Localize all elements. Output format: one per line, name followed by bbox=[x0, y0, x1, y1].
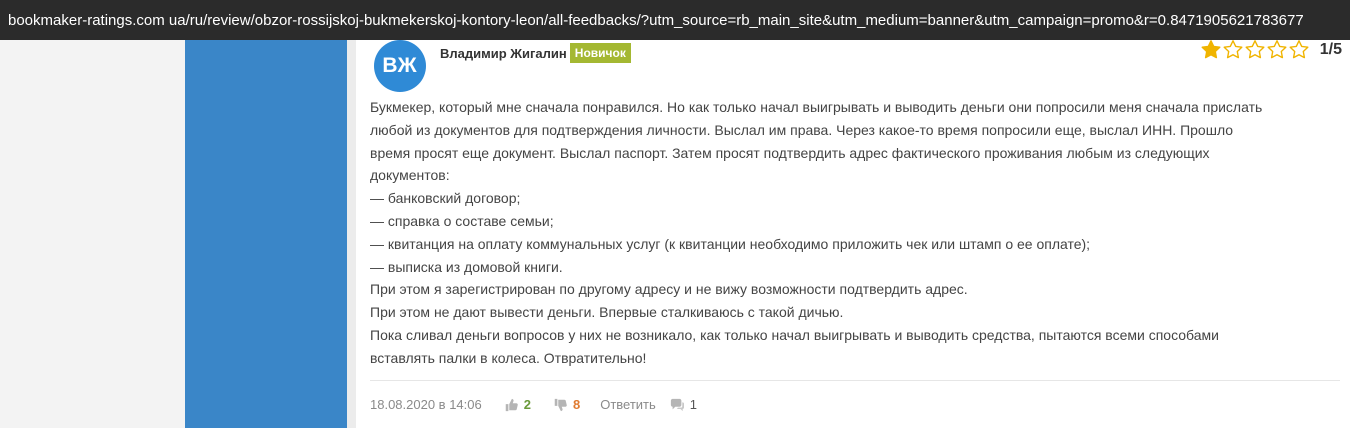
review-footer: 18.08.2020 в 14:06 2 8 Ответить 1 bbox=[370, 397, 697, 412]
review-text-line: — справка о составе семьи; bbox=[370, 212, 554, 229]
review-text-line: вставлять палки в колеса. Отвратительно! bbox=[370, 349, 647, 366]
like-button[interactable]: 2 bbox=[504, 397, 531, 412]
column-gap bbox=[347, 40, 356, 428]
review-text-line: — квитанция на оплату коммунальных услуг… bbox=[370, 235, 1091, 252]
thumbs-up-icon bbox=[505, 398, 518, 411]
review-rating: 1/5 bbox=[1200, 39, 1342, 61]
star-empty-icon bbox=[1223, 40, 1243, 59]
likes-count: 2 bbox=[523, 397, 531, 412]
dislikes-count: 8 bbox=[572, 397, 581, 412]
author-rank-badge: Новичок bbox=[569, 43, 631, 63]
avatar-initials: ВЖ bbox=[382, 54, 418, 77]
review-text: Букмекер, который мне сначала понравился… bbox=[370, 96, 1330, 370]
reply-button[interactable]: Ответить bbox=[600, 397, 656, 412]
page-left-background bbox=[0, 40, 185, 428]
address-bar-url[interactable]: bookmaker-ratings.com ua/ru/review/obzor… bbox=[8, 12, 1304, 29]
review-text-line: Букмекер, который мне сначала понравился… bbox=[370, 99, 1263, 115]
review-text-line: Пока сливал деньги вопросов у них не воз… bbox=[370, 326, 1219, 343]
star-filled-icon bbox=[1201, 40, 1221, 59]
comments-link[interactable]: 1 bbox=[670, 397, 697, 412]
review-text-line: При этом я зарегистрирован по другому ад… bbox=[370, 281, 968, 298]
comment-bubble-icon bbox=[670, 398, 684, 411]
divider bbox=[370, 380, 1340, 381]
comments-count: 1 bbox=[689, 397, 698, 412]
star-empty-icon bbox=[1245, 40, 1265, 59]
star-empty-icon bbox=[1267, 40, 1287, 59]
review-text-line: время просят еще документ. Выслал паспор… bbox=[370, 144, 1210, 161]
dislike-button[interactable]: 8 bbox=[553, 397, 580, 412]
thumbs-down-icon bbox=[554, 398, 567, 411]
review-text-line: — выписка из домовой книги. bbox=[370, 258, 563, 275]
sidebar-blue-column bbox=[185, 40, 347, 428]
avatar[interactable]: ВЖ bbox=[374, 40, 426, 92]
author-name[interactable]: Владимир Жигалин bbox=[440, 46, 567, 61]
review-author: Владимир Жигалин Новичок bbox=[440, 43, 631, 63]
review-card: ВЖ Владимир Жигалин Новичок 1/5 Букмекер… bbox=[356, 40, 1350, 428]
review-text-line: — банковский договор; bbox=[370, 190, 521, 207]
review-date: 18.08.2020 в 14:06 bbox=[370, 397, 482, 412]
rating-stars bbox=[1200, 39, 1310, 61]
review-text-line: При этом не дают вывести деньги. Впервые… bbox=[370, 304, 844, 321]
star-empty-icon bbox=[1289, 40, 1309, 59]
review-text-line: документов: bbox=[370, 167, 450, 184]
address-bar[interactable]: bookmaker-ratings.com ua/ru/review/obzor… bbox=[0, 0, 1350, 40]
rating-value: 1/5 bbox=[1319, 41, 1342, 58]
review-text-line: любой из документов для подтверждения ли… bbox=[370, 121, 1234, 138]
